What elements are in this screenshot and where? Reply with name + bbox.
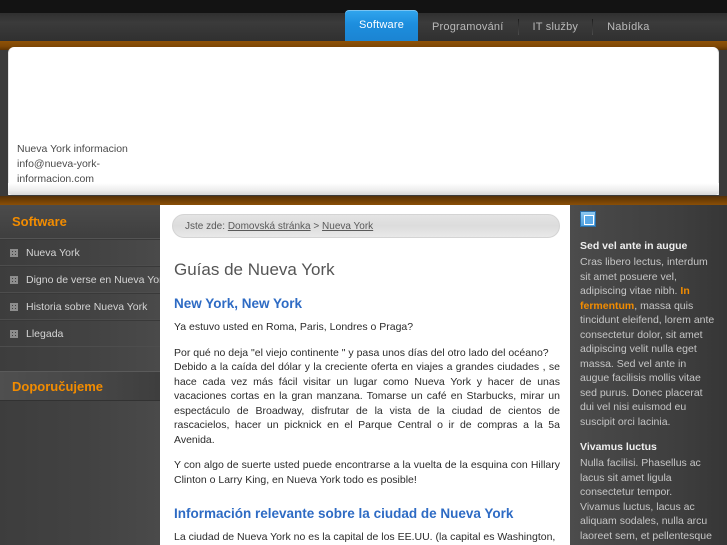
paragraph-dollar-offer: Debido a la caída del dólar y la crecien… [174,361,560,446]
header-accent-band-bottom [0,196,727,205]
breadcrumb-link-current[interactable]: Nueva York [322,221,373,232]
site-header-panel: Nueva York informacion info@nueva-york- … [8,47,719,195]
nav-item-software[interactable]: Software [345,10,419,41]
nav-item-programovani[interactable]: Programování [418,13,518,41]
sidebar-item-label: Nueva York [26,246,80,259]
right-sidebar-body-1: Cras libero lectus, interdum sit amet po… [580,255,715,429]
paragraph-capital: La ciudad de Nueva York no es la capital… [174,531,556,543]
grid-bullet-icon [10,275,18,284]
paragraph-luck: Y con algo de suerte usted puede encontr… [174,459,560,486]
top-bar: Software Programování IT služby Nabídka [0,0,727,41]
page-root: Software Programování IT služby Nabídka … [0,0,727,545]
primary-navigation: Software Programování IT služby Nabídka [345,0,664,41]
left-sidebar-title-doporucujeme: Doporučujeme [0,371,160,401]
grid-bullet-icon [10,329,18,338]
grid-bullet-icon [10,302,18,311]
sidebar-item-digno-de-verse[interactable]: Digno de verse en Nueva York [0,266,168,293]
paragraph-intro-question: Ya estuvo usted en Roma, Paris, Londres … [174,321,414,333]
nav-item-nabidka[interactable]: Nabídka [593,13,663,41]
left-sidebar-title: Software [0,205,160,239]
nav-item-it-sluzby[interactable]: IT služby [519,13,593,41]
sidebar-item-llegada[interactable]: Llegada [0,320,160,347]
main-area: Software Nueva York Digno de verse en Nu… [0,205,727,545]
header-panel-shadow [8,183,719,195]
section-heading-informacion: Información relevante sobre la ciudad de… [174,506,514,521]
nav-item-label: IT služby [532,21,579,33]
sidebar-item-historia[interactable]: Historia sobre Nueva York [0,293,160,320]
right-sidebar-body-2: Nulla facilisi. Phasellus ac lacus sit a… [580,456,715,545]
header-contact-info: Nueva York informacion info@nueva-york- … [17,142,128,187]
left-sidebar: Software Nueva York Digno de verse en Nu… [0,205,168,545]
left-sidebar-menu: Nueva York Digno de verse en Nueva York … [0,239,168,347]
right-sidebar: Sed vel ante in augue Cras libero lectus… [570,205,727,545]
rsb2-text-a: Nulla facilisi. Phasellus ac lacus sit a… [580,457,712,545]
sidebar-item-label: Digno de verse en Nueva York [26,273,168,286]
breadcrumb-link-home[interactable]: Domovská stránka [228,221,311,232]
sidebar-item-label: Historia sobre Nueva York [26,300,148,313]
sidebar-item-label: Llegada [26,327,64,340]
contact-email-part1: info@nueva-york- [17,158,101,170]
content-column: Jste zde: Domovská stránka > Nueva York … [160,205,570,545]
nav-item-label: Programování [432,21,504,33]
right-sidebar-heading-2: Vivamus luctus [580,441,657,453]
section-heading-new-york: New York, New York [174,296,303,311]
page-title: Guías de Nueva York [174,260,335,279]
breadcrumb-separator: > [313,221,320,232]
sidebar-item-nueva-york[interactable]: Nueva York [0,239,160,266]
nav-item-label: Nabídka [607,21,650,33]
nav-item-label: Software [359,19,405,31]
right-sidebar-heading-1: Sed vel ante in augue [580,240,688,252]
rsb1-text-b: , massa quis tincidunt eleifend, lorem a… [580,299,715,428]
broken-image-icon [580,211,596,227]
breadcrumb-prefix: Jste zde: [185,221,226,232]
paragraph-why-not: Por qué no deja "el viejo continente " y… [174,346,549,359]
grid-bullet-icon [10,248,18,257]
breadcrumb: Jste zde: Domovská stránka > Nueva York [172,214,560,238]
contact-name: Nueva York informacion [17,143,128,155]
